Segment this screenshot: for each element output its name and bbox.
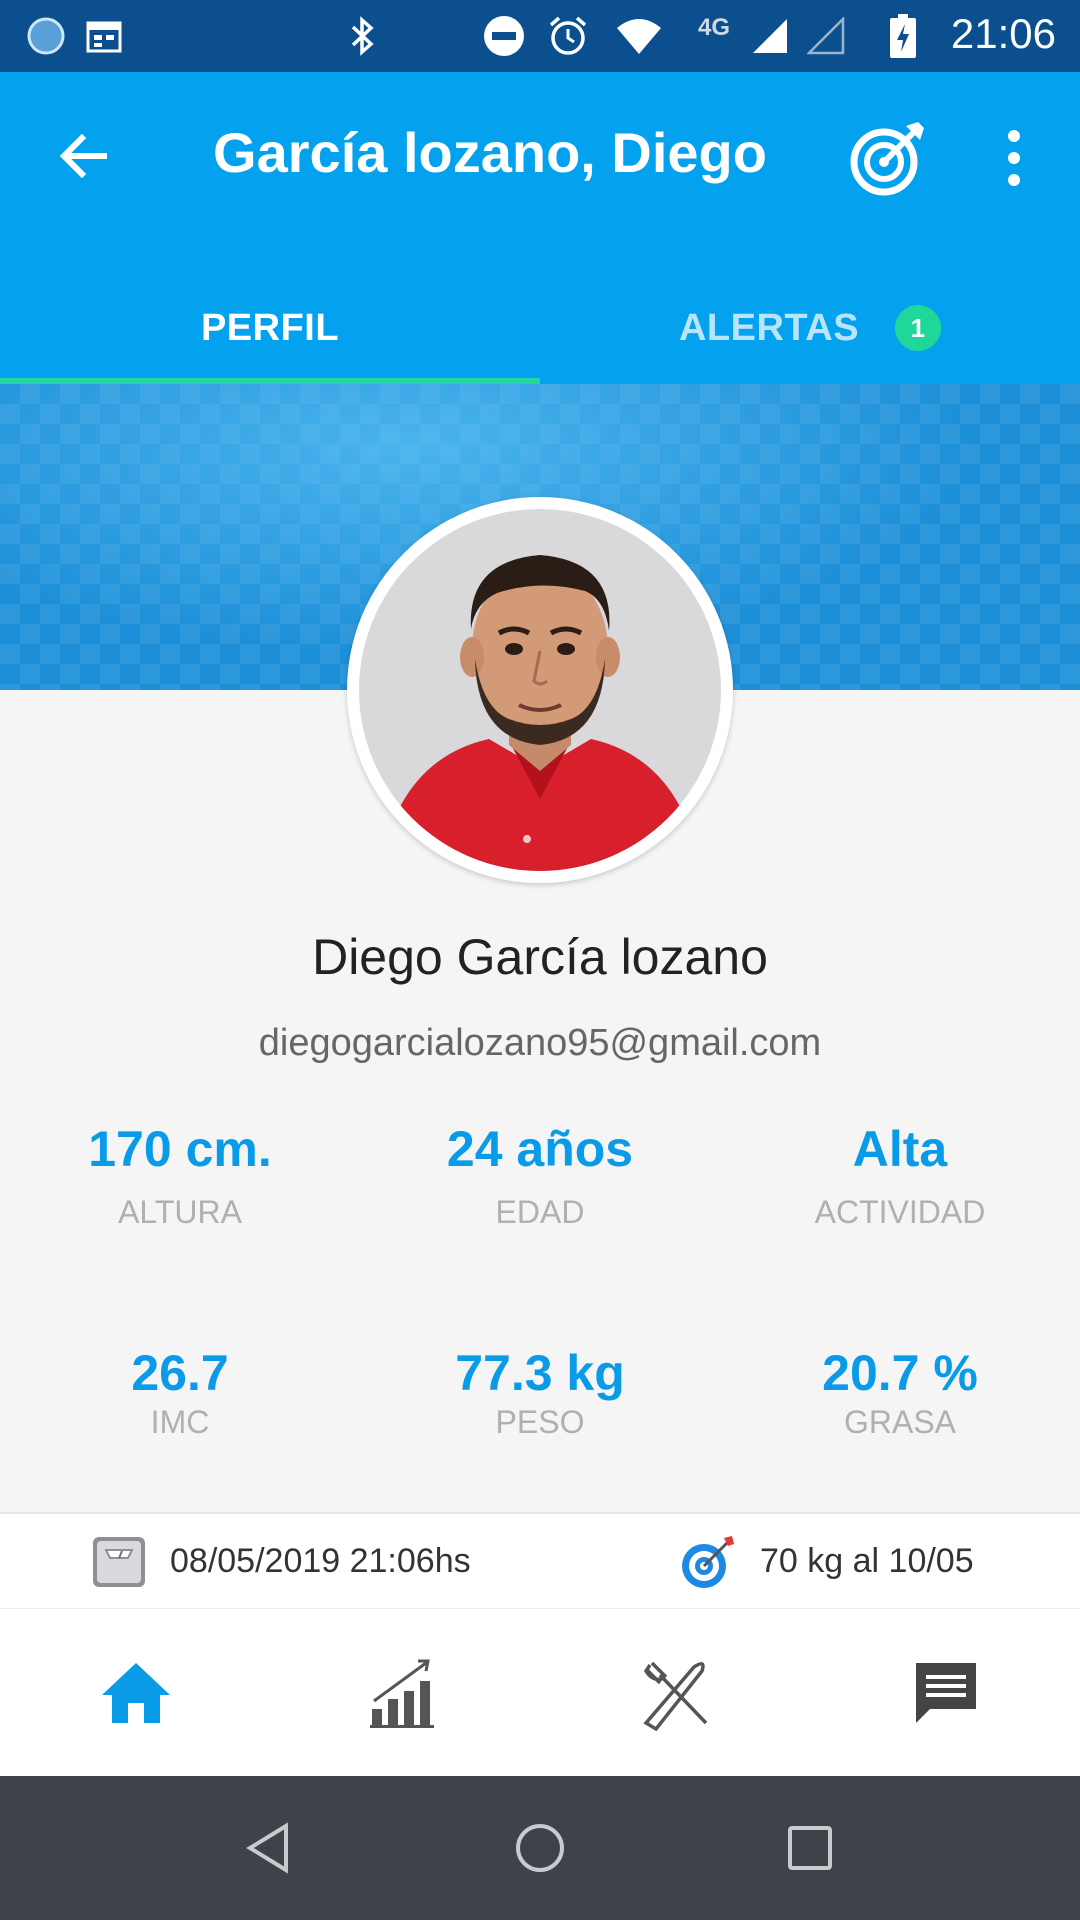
system-back-button[interactable] bbox=[242, 1820, 298, 1876]
more-vert-icon bbox=[1008, 130, 1020, 186]
stat-value: 170 cm. bbox=[88, 1121, 272, 1177]
goal-button[interactable] bbox=[848, 118, 928, 198]
square-recents-icon bbox=[788, 1826, 832, 1870]
back-button[interactable] bbox=[52, 124, 116, 188]
status-bar: 4G 21:06 bbox=[0, 0, 1080, 72]
home-icon bbox=[102, 1663, 170, 1723]
circle-home-icon bbox=[516, 1824, 564, 1872]
tab-bar: PERFIL ALERTAS 1 bbox=[0, 272, 1080, 384]
bluetooth-icon bbox=[346, 14, 380, 58]
arrow-left-icon bbox=[59, 133, 107, 179]
page-title: García lozano, Diego bbox=[213, 121, 767, 184]
tab-perfil[interactable]: PERFIL bbox=[0, 272, 540, 384]
profile-name: Diego García lozano bbox=[312, 929, 768, 985]
more-options-button[interactable] bbox=[994, 128, 1034, 188]
alert-count-badge: 1 bbox=[895, 305, 942, 351]
stat-edad: 24 años EDAD bbox=[360, 1120, 720, 1231]
stat-grasa: 20.7 % GRASA bbox=[720, 1344, 1080, 1441]
alarm-icon bbox=[546, 14, 590, 58]
signal-empty-icon bbox=[806, 14, 846, 58]
stat-label: IMC bbox=[150, 1404, 210, 1440]
system-recents-button[interactable] bbox=[782, 1820, 838, 1876]
nav-diet[interactable] bbox=[636, 1653, 716, 1733]
signal-icon bbox=[750, 14, 790, 58]
stat-altura: 170 cm. ALTURA bbox=[0, 1120, 360, 1231]
stat-value: 77.3 kg bbox=[455, 1345, 625, 1401]
triangle-back-icon bbox=[246, 1822, 288, 1874]
bottom-nav bbox=[0, 1608, 1080, 1776]
stat-value: 20.7 % bbox=[822, 1345, 978, 1401]
last-weigh-date: 08/05/2019 21:06hs bbox=[170, 1542, 471, 1580]
stat-actividad: Alta ACTIVIDAD bbox=[720, 1120, 1080, 1231]
progress-chart-icon bbox=[370, 1659, 434, 1728]
tab-alertas-label: ALERTAS bbox=[678, 306, 860, 349]
stat-label: EDAD bbox=[495, 1194, 585, 1230]
system-nav-bar bbox=[0, 1776, 1080, 1920]
stat-value: 24 años bbox=[446, 1121, 634, 1177]
chat-icon bbox=[916, 1663, 976, 1723]
stat-peso: 77.3 kg PESO bbox=[360, 1344, 720, 1441]
app-bar: García lozano, Diego PERFIL ALERTAS 1 bbox=[0, 72, 1080, 384]
stat-imc: 26.7 IMC bbox=[0, 1344, 360, 1441]
nav-home[interactable] bbox=[96, 1653, 176, 1733]
target-icon bbox=[678, 1532, 738, 1592]
stat-label: PESO bbox=[495, 1404, 585, 1440]
profile-email: diegogarcialozano95@gmail.com bbox=[258, 1022, 822, 1064]
stat-label: GRASA bbox=[843, 1404, 957, 1440]
nav-messages[interactable] bbox=[906, 1653, 986, 1733]
nav-progress[interactable] bbox=[366, 1653, 446, 1733]
profile-photo bbox=[359, 509, 721, 871]
status-time: 21:06 bbox=[950, 10, 1056, 57]
weight-goal: 70 kg al 10/05 bbox=[760, 1542, 974, 1580]
fork-knife-icon bbox=[643, 1661, 708, 1732]
battery-charging-icon bbox=[888, 14, 918, 58]
wifi-icon bbox=[614, 14, 664, 58]
target-arrow-icon bbox=[850, 122, 924, 196]
do-not-disturb-icon bbox=[482, 14, 526, 58]
stat-label: ACTIVIDAD bbox=[814, 1194, 986, 1230]
app-circle-icon bbox=[26, 14, 66, 58]
stat-label: ALTURA bbox=[118, 1194, 242, 1230]
scale-icon bbox=[92, 1536, 146, 1588]
tab-perfil-label: PERFIL bbox=[200, 306, 340, 349]
system-home-button[interactable] bbox=[512, 1820, 568, 1876]
calendar-icon bbox=[84, 14, 124, 58]
info-strip: 08/05/2019 21:06hs 70 kg al 10/05 bbox=[0, 1512, 1080, 1608]
network-type: 4G bbox=[697, 14, 730, 41]
stat-value: Alta bbox=[852, 1121, 948, 1177]
avatar[interactable] bbox=[347, 497, 733, 883]
tab-alertas[interactable]: ALERTAS 1 bbox=[540, 272, 1080, 384]
stat-value: 26.7 bbox=[131, 1345, 229, 1401]
